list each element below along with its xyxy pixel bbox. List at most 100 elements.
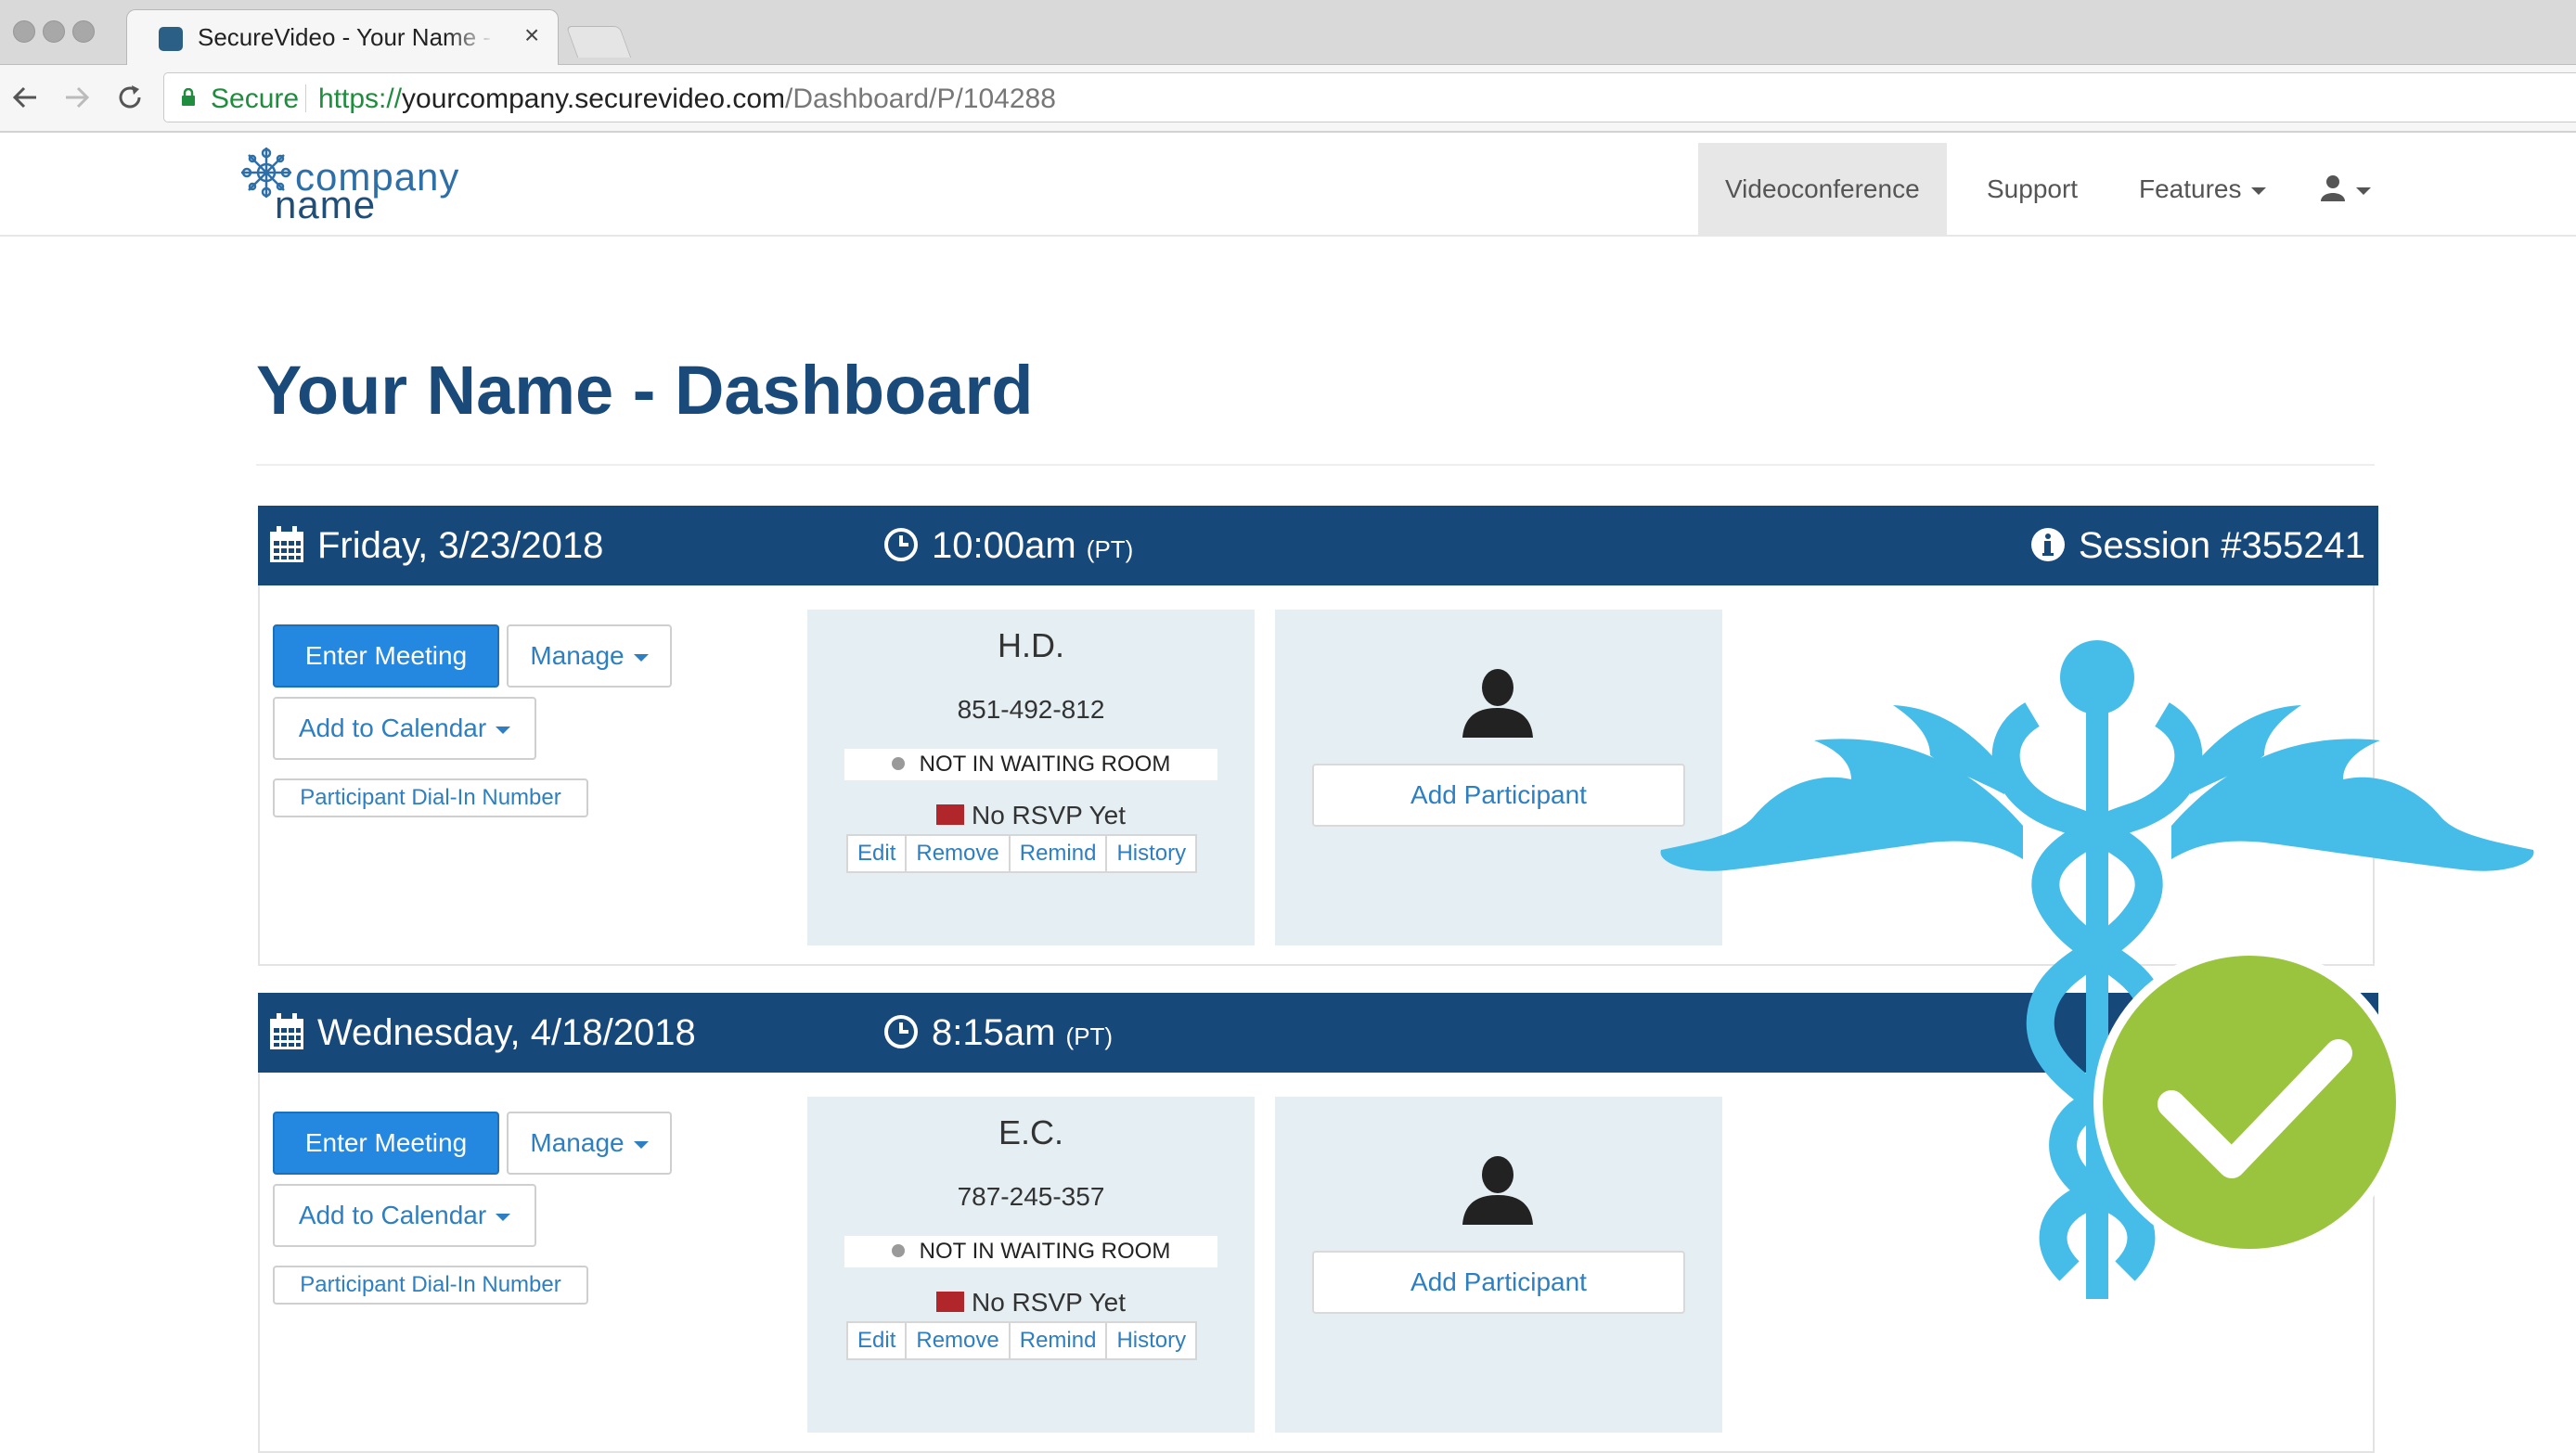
- rsvp-status-text: No RSVP Yet: [971, 801, 1127, 829]
- clock-icon: [884, 1015, 918, 1049]
- nav-user-menu[interactable]: [2292, 143, 2398, 236]
- add-to-calendar-button[interactable]: Add to Calendar: [273, 697, 536, 760]
- session-date-text: Friday, 3/23/2018: [317, 525, 604, 566]
- session-timezone: (PT): [1065, 1022, 1114, 1050]
- title-divider: [256, 464, 2375, 466]
- calendar-icon: [270, 1013, 303, 1050]
- url-host: yourcompany.securevideo.com: [402, 84, 786, 114]
- tab-close-icon[interactable]: ×: [524, 20, 539, 50]
- participant-phone: 851-492-812: [957, 695, 1105, 724]
- chevron-down-icon: [496, 726, 511, 734]
- close-window-button[interactable]: [13, 20, 35, 43]
- lock-icon: [182, 88, 195, 106]
- nav-features[interactable]: Features: [2112, 143, 2293, 236]
- session-number-text: Session #355241: [2078, 525, 2365, 566]
- reload-icon[interactable]: [115, 83, 145, 112]
- nav-support[interactable]: Support: [1960, 143, 2105, 236]
- participant-dial-in-button[interactable]: Participant Dial-In Number: [273, 1266, 588, 1305]
- session-time-text: 8:15am: [932, 1012, 1056, 1053]
- nav-support-label: Support: [1987, 174, 2079, 203]
- chevron-down-icon: [2356, 186, 2371, 195]
- add-to-calendar-label: Add to Calendar: [298, 714, 487, 742]
- page-title: Your Name - Dashboard: [256, 352, 1034, 429]
- back-icon[interactable]: [11, 84, 39, 111]
- chevron-down-icon: [633, 1140, 649, 1149]
- participant-phone: 787-245-357: [957, 1182, 1105, 1211]
- rsvp-status: No RSVP Yet: [807, 1288, 1255, 1318]
- add-to-calendar-label: Add to Calendar: [298, 1201, 487, 1229]
- history-button[interactable]: History: [1105, 834, 1198, 873]
- edit-button[interactable]: Edit: [846, 1321, 908, 1360]
- history-button[interactable]: History: [1105, 1321, 1198, 1360]
- chevron-down-icon: [633, 653, 649, 662]
- participant-actions: Edit Remove Remind History: [846, 1321, 1198, 1360]
- forward-icon[interactable]: [63, 84, 91, 111]
- session-time: 8:15am (PT): [883, 1008, 1113, 1061]
- status-dot-icon: [891, 756, 905, 770]
- address-bar[interactable]: Secure https://yourcompany.securevideo.c…: [163, 72, 2576, 122]
- waiting-room-status-text: NOT IN WAITING ROOM: [919, 752, 1171, 777]
- participant-name: E.C.: [998, 1113, 1063, 1151]
- site-navbar: company name Videoconference Support Fea…: [0, 133, 2576, 237]
- rsvp-status: No RSVP Yet: [807, 801, 1255, 830]
- info-icon: [2030, 528, 2065, 562]
- envelope-icon: [935, 804, 964, 825]
- manage-button[interactable]: Manage: [507, 624, 672, 688]
- session-time: 10:00am (PT): [883, 521, 1133, 574]
- user-icon: [2321, 174, 2345, 201]
- url-path: /Dashboard/P/104288: [785, 84, 1056, 114]
- session-header: Friday, 3/23/2018 10:00am (PT) Session #…: [258, 506, 2378, 585]
- participant-name: H.D.: [998, 626, 1064, 664]
- clock-icon: [884, 528, 918, 562]
- waiting-room-status-text: NOT IN WAITING ROOM: [919, 1239, 1171, 1264]
- remind-button[interactable]: Remind: [1008, 1321, 1108, 1360]
- session-date: Friday, 3/23/2018: [269, 521, 603, 571]
- status-dot-icon: [891, 1243, 905, 1257]
- person-icon: [1462, 1156, 1533, 1225]
- new-tab-button[interactable]: [565, 26, 632, 58]
- enter-meeting-button[interactable]: Enter Meeting: [273, 1112, 499, 1175]
- manage-button-label: Manage: [530, 1128, 625, 1157]
- person-icon: [1462, 669, 1533, 738]
- participant-dial-in-button[interactable]: Participant Dial-In Number: [273, 778, 588, 817]
- nav-videoconference[interactable]: Videoconference: [1698, 143, 1947, 236]
- nav-features-label: Features: [2139, 174, 2242, 203]
- logo-text-line2[interactable]: name: [275, 186, 376, 225]
- waiting-room-status: NOT IN WAITING ROOM: [844, 749, 1217, 780]
- minimize-window-button[interactable]: [43, 20, 65, 43]
- tab-title: SecureVideo - Your Name - Dashboard: [198, 23, 495, 51]
- manage-button-label: Manage: [530, 641, 625, 670]
- url-scheme: https://: [318, 84, 403, 114]
- secure-label: Secure: [211, 84, 300, 114]
- enter-meeting-button[interactable]: Enter Meeting: [273, 624, 499, 688]
- rsvp-status-text: No RSVP Yet: [971, 1288, 1127, 1317]
- remove-button[interactable]: Remove: [905, 834, 1011, 873]
- add-to-calendar-button[interactable]: Add to Calendar: [273, 1184, 536, 1247]
- calendar-icon: [270, 526, 303, 563]
- favicon-icon: [159, 27, 183, 51]
- session-number[interactable]: Session #355241: [2030, 521, 2365, 571]
- omnibox-divider: [305, 84, 306, 112]
- add-participant-button[interactable]: Add Participant: [1312, 764, 1685, 827]
- checkmark-badge: [2103, 956, 2396, 1249]
- url-text[interactable]: https://yourcompany.securevideo.com/Dash…: [318, 84, 1056, 115]
- add-participant-button[interactable]: Add Participant: [1312, 1251, 1685, 1314]
- chevron-down-icon: [2250, 186, 2266, 195]
- chevron-down-icon: [496, 1213, 511, 1221]
- participant-card: E.C. 787-245-357 NOT IN WAITING ROOM No …: [807, 1097, 1255, 1433]
- remove-button[interactable]: Remove: [905, 1321, 1011, 1360]
- participant-card: H.D. 851-492-812 NOT IN WAITING ROOM No …: [807, 610, 1255, 945]
- browser-tab[interactable]: SecureVideo - Your Name - Dashboard ×: [126, 9, 559, 66]
- waiting-room-status: NOT IN WAITING ROOM: [844, 1236, 1217, 1267]
- session-date-text: Wednesday, 4/18/2018: [317, 1012, 696, 1053]
- browser-tabbar: SecureVideo - Your Name - Dashboard ×: [0, 0, 2576, 66]
- maximize-window-button[interactable]: [72, 20, 95, 43]
- envelope-icon: [935, 1291, 964, 1312]
- manage-button[interactable]: Manage: [507, 1112, 672, 1175]
- participant-actions: Edit Remove Remind History: [846, 834, 1198, 873]
- session-time-text: 10:00am: [932, 525, 1076, 566]
- edit-button[interactable]: Edit: [846, 834, 908, 873]
- remind-button[interactable]: Remind: [1008, 834, 1108, 873]
- session-timezone: (PT): [1086, 535, 1134, 563]
- nav-videoconference-label: Videoconference: [1725, 174, 1920, 203]
